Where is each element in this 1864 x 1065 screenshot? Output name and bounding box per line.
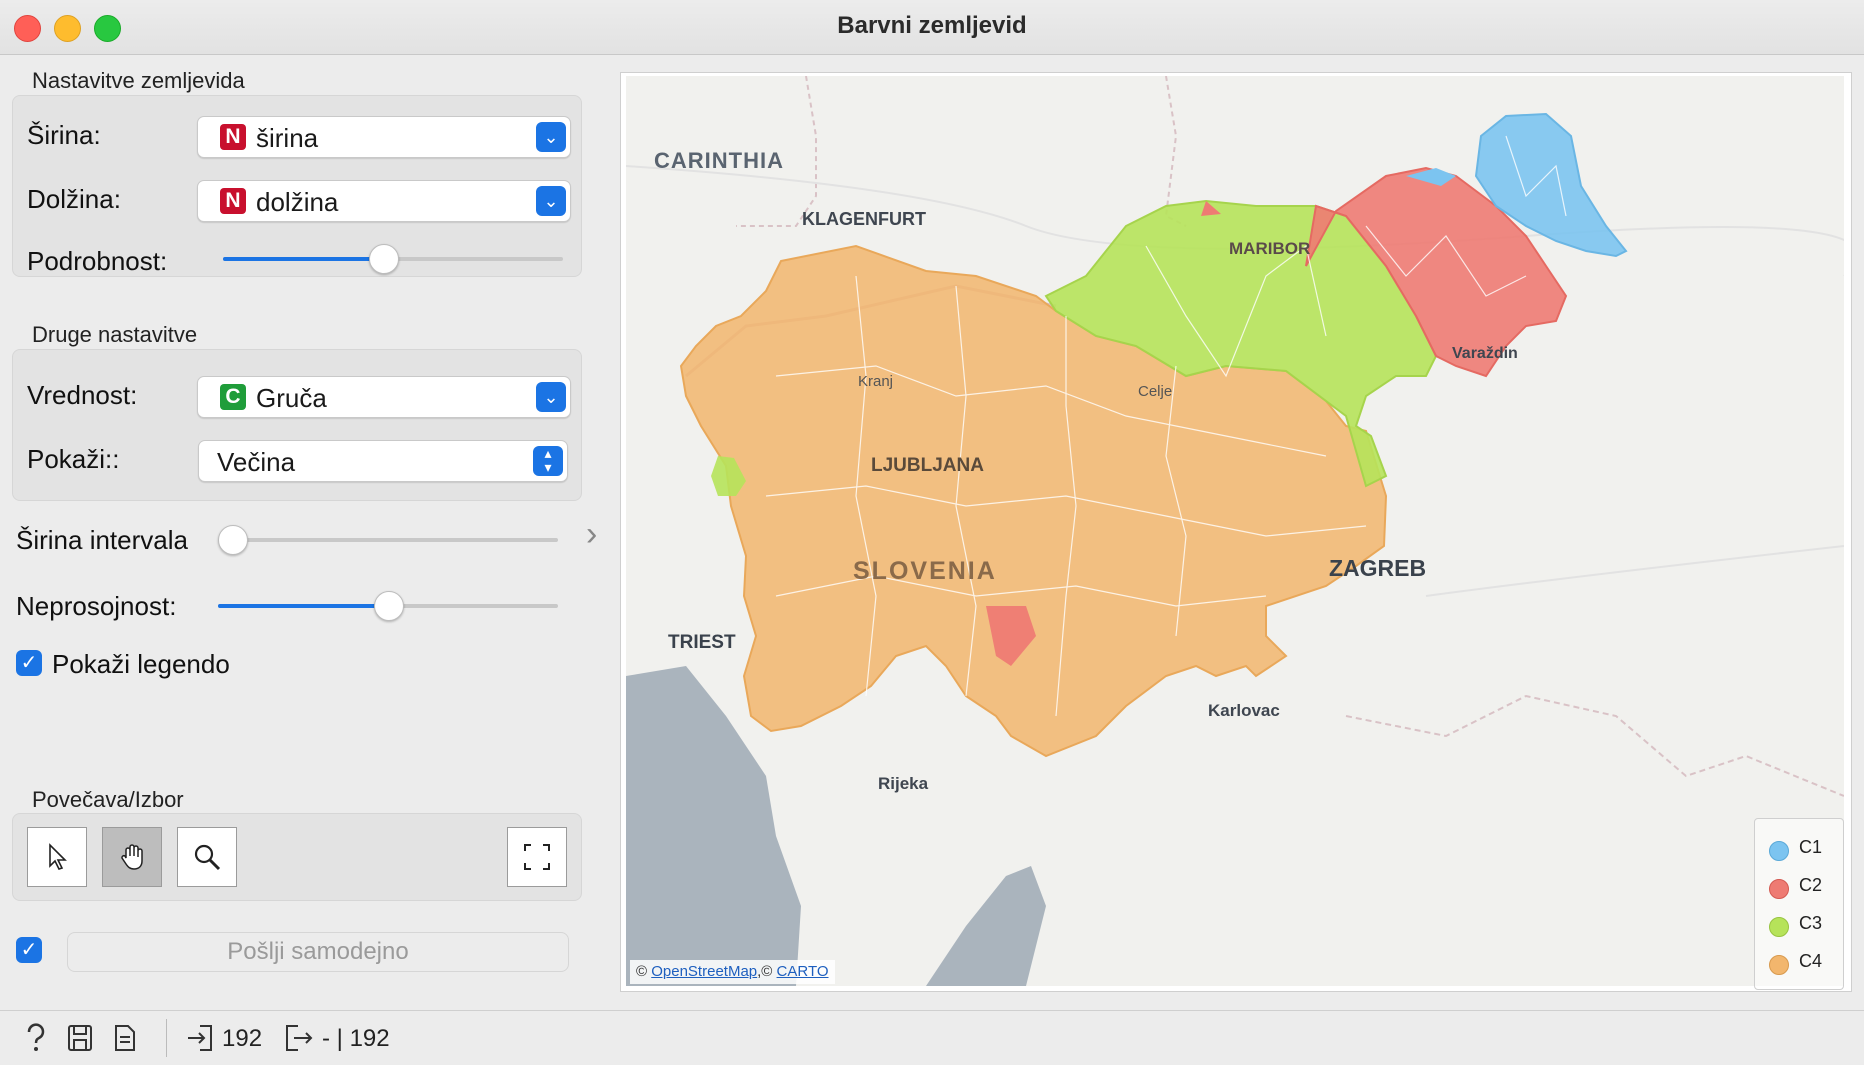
numeric-variable-icon: N — [220, 124, 246, 150]
bin-width-label: Širina intervala — [16, 525, 188, 555]
legend-swatch — [1769, 879, 1789, 899]
place-label: ZAGREB — [1329, 555, 1426, 581]
bin-width-slider-knob[interactable] — [218, 525, 248, 555]
send-auto-checkbox[interactable]: ✓ — [16, 937, 42, 963]
place-label: Celje — [1138, 383, 1172, 400]
opacity-slider-knob[interactable] — [374, 591, 404, 621]
legend-swatch — [1769, 955, 1789, 975]
window-title: Barvni zemljevid — [837, 12, 1027, 39]
fit-icon — [524, 844, 550, 870]
chevron-down-icon[interactable]: ⌄ — [536, 186, 566, 216]
save-icon[interactable] — [66, 1023, 94, 1053]
send-auto-button[interactable]: Pošlji samodejno — [67, 932, 569, 972]
pointer-icon — [49, 843, 67, 870]
show-legend-label: Pokaži legendo — [52, 649, 230, 679]
other-settings-box: Vrednost: C Gruča ⌄ Pokaži:: Večina ▴ ▾ — [12, 349, 582, 501]
place-label: Karlovac — [1208, 701, 1280, 720]
input-icon — [188, 1025, 212, 1051]
input-count: 192 — [222, 1025, 263, 1052]
place-label: TRIEST — [668, 632, 736, 653]
latitude-combo[interactable]: N širina ⌄ — [197, 116, 571, 158]
up-down-arrows-icon[interactable]: ▴ ▾ — [533, 446, 563, 476]
map-settings-box: Širina: N širina ⌄ Dolžina: N dolžina ⌄ … — [12, 95, 582, 277]
show-value: Večina — [217, 447, 296, 477]
longitude-label: Dolžina: — [27, 184, 121, 214]
longitude-combo[interactable]: N dolžina ⌄ — [197, 180, 571, 222]
map-settings-title: Nastavitve zemljevida — [32, 68, 245, 93]
place-label: Rijeka — [878, 774, 929, 793]
longitude-value: dolžina — [256, 187, 339, 217]
place-label: SLOVENIA — [853, 557, 997, 585]
divider — [166, 1019, 167, 1057]
detail-slider[interactable] — [223, 244, 563, 274]
opacity-label: Neprosojnost: — [16, 591, 177, 621]
zoom-select-title: Povečava/Izbor — [32, 787, 184, 812]
select-tool-button[interactable] — [27, 827, 87, 887]
map-legend: C1 C2 C3 C4 — [1754, 818, 1844, 990]
numeric-variable-icon: N — [220, 188, 246, 214]
show-combo[interactable]: Večina ▴ ▾ — [198, 440, 568, 482]
place-label: Kranj — [858, 373, 893, 390]
help-icon[interactable] — [22, 1023, 50, 1053]
chevron-down-icon[interactable]: ⌄ — [536, 382, 566, 412]
show-legend-checkbox[interactable]: ✓ — [16, 650, 42, 676]
output-count: - | 192 — [322, 1025, 390, 1052]
place-label: LJUBLJANA — [871, 455, 984, 476]
carto-link[interactable]: CARTO — [777, 963, 829, 980]
fit-view-button[interactable] — [507, 827, 567, 887]
detail-slider-knob[interactable] — [369, 244, 399, 274]
show-label: Pokaži:: — [27, 444, 120, 474]
place-label: CARINTHIA — [654, 148, 784, 173]
legend-swatch — [1769, 841, 1789, 861]
place-label: MARIBOR — [1229, 239, 1310, 258]
zoom-tool-button[interactable] — [177, 827, 237, 887]
bin-width-slider[interactable] — [218, 525, 558, 555]
detail-label: Podrobnost: — [27, 246, 168, 276]
hand-icon — [121, 844, 143, 870]
map-attribution: © OpenStreetMap,© CARTO — [630, 960, 835, 984]
value-value: Gruča — [256, 383, 327, 413]
collapse-panel-icon[interactable]: › — [586, 515, 597, 554]
control-panel: Nastavitve zemljevida Širina: N širina ⌄… — [0, 55, 600, 1010]
map-canvas: CARINTHIA KLAGENFURT MARIBOR Varaždin Kr… — [626, 76, 1844, 986]
map-view[interactable]: CARINTHIA KLAGENFURT MARIBOR Varaždin Kr… — [626, 76, 1844, 986]
value-combo[interactable]: C Gruča ⌄ — [197, 376, 571, 418]
other-settings-title: Druge nastavitve — [32, 322, 198, 347]
pan-tool-button[interactable] — [102, 827, 162, 887]
legend-swatch — [1769, 917, 1789, 937]
zoom-select-box — [12, 813, 582, 901]
place-label: Varaždin — [1452, 345, 1518, 362]
title-bar: Barvni zemljevid — [0, 0, 1864, 55]
status-bar: 192 - | 192 — [0, 1010, 1864, 1065]
value-label: Vrednost: — [27, 380, 138, 410]
opacity-slider[interactable] — [218, 591, 558, 621]
output-icon — [286, 1025, 313, 1051]
report-icon[interactable] — [112, 1023, 138, 1053]
latitude-value: širina — [256, 123, 319, 153]
chevron-down-icon[interactable]: ⌄ — [536, 122, 566, 152]
zoom-icon — [194, 844, 221, 871]
categorical-variable-icon: C — [220, 384, 246, 410]
place-label: KLAGENFURT — [802, 209, 926, 229]
openstreetmap-link[interactable]: OpenStreetMap — [651, 963, 757, 980]
latitude-label: Širina: — [27, 120, 101, 150]
